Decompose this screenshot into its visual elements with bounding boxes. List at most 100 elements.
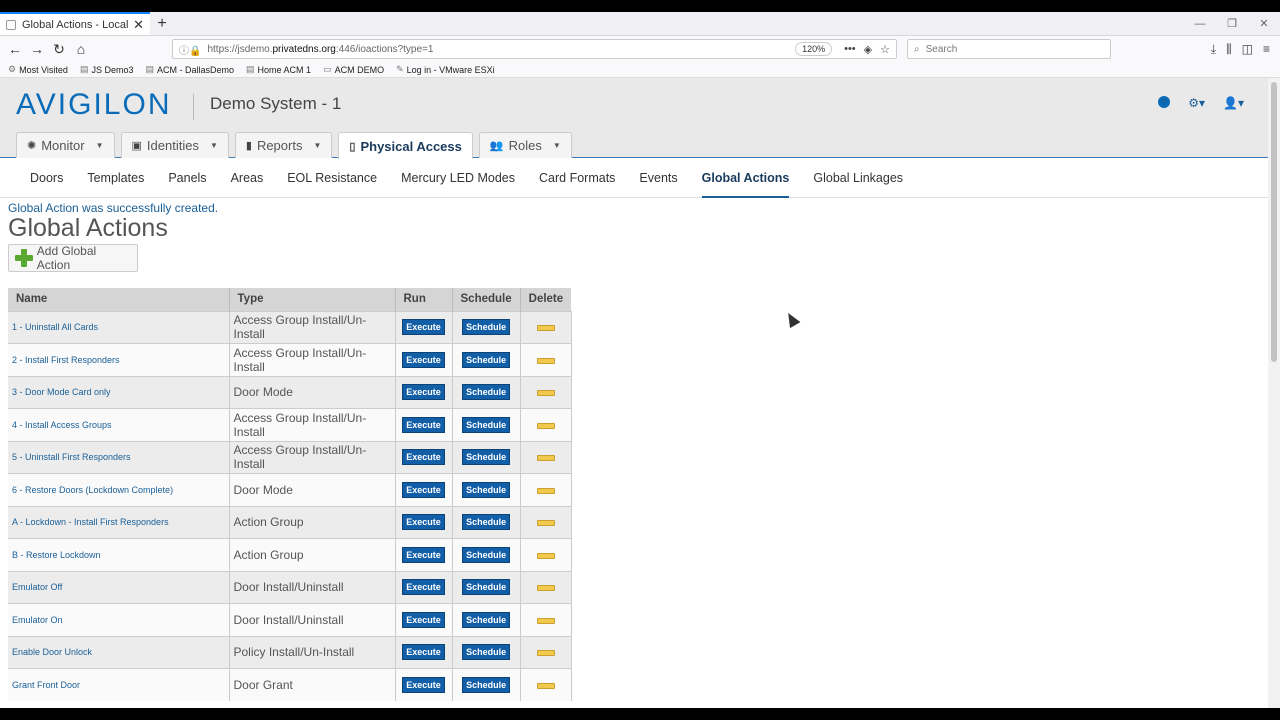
delete-icon[interactable] [536,357,555,364]
schedule-button[interactable]: Schedule [462,449,511,466]
execute-button[interactable]: Execute [402,579,445,596]
delete-icon[interactable] [536,683,555,689]
close-window-icon[interactable]: ✕ [1248,12,1280,35]
subnav-areas[interactable]: Areas [231,158,264,198]
action-name-link[interactable]: A - Lockdown - Install First Responders [8,505,230,539]
bookmark-acm-demo[interactable]: ▭ ACM DEMO [323,64,384,75]
bookmark-home-acm-1[interactable]: ▤ Home ACM 1 [246,64,311,75]
schedule-button[interactable]: Schedule [462,351,511,368]
settings-gear-icon[interactable]: ⚙▾ [1188,96,1205,110]
action-name-link[interactable]: 4 - Install Access Groups [8,408,230,441]
action-name-link[interactable]: 5 - Uninstall First Responders [8,440,230,474]
forward-icon[interactable]: → [26,38,48,60]
action-name-link[interactable]: Grant Front Door [8,668,230,701]
page-actions-icon[interactable]: ••• [844,43,856,56]
delete-icon[interactable] [536,617,555,624]
column-header-name[interactable]: Name [8,288,230,311]
action-name-link[interactable]: 2 - Install First Responders [8,343,230,376]
home-icon[interactable]: ⌂ [70,38,92,60]
downloads-icon[interactable]: ⤓ [1211,42,1216,57]
delete-icon[interactable] [536,325,555,332]
schedule-button[interactable]: Schedule [462,579,511,596]
minimize-icon[interactable]: — [1184,12,1216,35]
help-icon[interactable]: ? [1158,96,1171,108]
execute-button[interactable]: Execute [402,319,445,336]
delete-icon[interactable] [536,390,555,397]
bookmark-js-demo3[interactable]: ▤ JS Demo3 [80,64,134,75]
library-icon[interactable]: ⫼ [1226,42,1232,57]
address-bar[interactable]: ⓘ🔒 https://jsdemo.privatedns.org:446/ioa… [172,39,897,59]
close-tab-icon[interactable]: ✕ [133,17,144,33]
avigilon-logo[interactable]: AVIGILON [16,88,171,122]
bookmark-star-icon[interactable]: ☆ [880,43,890,56]
subnav-card-formats[interactable]: Card Formats [539,158,615,198]
schedule-button[interactable]: Schedule [462,416,511,433]
action-name-link[interactable]: 1 - Uninstall All Cards [8,310,230,344]
delete-icon[interactable] [536,520,555,527]
action-name-link[interactable]: 6 - Restore Doors (Lockdown Complete) [8,473,230,506]
reload-icon[interactable]: ↻ [48,38,70,60]
scrollbar-thumb[interactable] [1271,82,1277,362]
execute-button[interactable]: Execute [402,546,445,563]
site-info-icon[interactable]: ⓘ🔒 [179,42,201,57]
url-path: :446/ioactions?type=1 [335,43,434,55]
subnav-templates[interactable]: Templates [87,158,144,198]
execute-button[interactable]: Execute [402,416,445,433]
execute-button[interactable]: Execute [402,351,445,368]
action-name-link[interactable]: Enable Door Unlock [8,635,230,669]
subnav-global-linkages[interactable]: Global Linkages [813,158,903,198]
column-header-type[interactable]: Type [229,288,396,311]
nav-physical-access[interactable]: ▯ Physical Access [338,132,473,159]
bookmark-vmware-esxi[interactable]: ✎ Log in - VMware ESXi [396,64,495,75]
user-menu-icon[interactable]: 👤▾ [1223,96,1244,110]
menu-icon[interactable]: ≡ [1263,42,1270,57]
zoom-level[interactable]: 120% [795,42,833,56]
execute-button[interactable]: Execute [402,677,445,693]
delete-icon[interactable] [536,552,555,559]
delete-icon[interactable] [536,585,555,592]
search-input[interactable]: ⌕ Search [907,39,1111,59]
nav-monitor[interactable]: ✺ Monitor ▼ [16,132,115,158]
schedule-button[interactable]: Schedule [462,514,511,531]
subnav-panels[interactable]: Panels [168,158,206,198]
execute-button[interactable]: Execute [402,514,445,531]
nav-reports[interactable]: ▮ Reports ▼ [234,132,333,158]
action-name-link[interactable]: B - Restore Lockdown [8,538,230,571]
schedule-button[interactable]: Schedule [462,611,511,628]
back-icon[interactable]: ← [4,38,26,60]
add-global-action-button[interactable]: Add Global Action [8,244,138,272]
execute-button[interactable]: Execute [402,449,445,466]
subnav-global-actions[interactable]: Global Actions [701,158,789,198]
sidebar-icon[interactable]: ◫ [1242,42,1253,57]
nav-identities[interactable]: ▣ Identities ▼ [120,132,229,158]
bookmark-most-visited[interactable]: ⚙ Most Visited [8,64,68,75]
subnav-events[interactable]: Events [639,158,677,198]
execute-button[interactable]: Execute [402,481,445,498]
schedule-button[interactable]: Schedule [462,384,511,401]
delete-icon[interactable] [536,455,555,462]
nav-roles[interactable]: 👥 Roles ▼ [478,132,572,158]
subnav-doors[interactable]: Doors [30,158,63,198]
schedule-button[interactable]: Schedule [462,677,511,693]
schedule-button[interactable]: Schedule [462,481,511,498]
execute-button[interactable]: Execute [402,611,445,628]
delete-icon[interactable] [536,487,555,494]
delete-icon[interactable] [536,650,555,657]
subnav-eol-resistance[interactable]: EOL Resistance [287,158,377,198]
delete-icon[interactable] [536,422,555,429]
schedule-button[interactable]: Schedule [462,546,511,563]
pocket-icon[interactable]: ◈ [864,43,872,56]
action-name-link[interactable]: Emulator Off [8,570,230,604]
browser-tab[interactable]: Global Actions - LocalDemo3 ✕ [0,12,150,35]
execute-button[interactable]: Execute [402,644,445,661]
bookmark-acm-dallasdemo[interactable]: ▤ ACM - DallasDemo [145,64,234,75]
execute-button[interactable]: Execute [402,384,445,401]
action-name-link[interactable]: Emulator On [8,603,230,636]
subnav-mercury-led-modes[interactable]: Mercury LED Modes [401,158,515,198]
schedule-button[interactable]: Schedule [462,319,511,336]
new-tab-icon[interactable]: + [150,12,174,35]
schedule-button[interactable]: Schedule [462,644,511,661]
action-name-link[interactable]: 3 - Door Mode Card only [8,375,230,409]
page-scrollbar[interactable] [1268,78,1280,708]
restore-icon[interactable]: ❐ [1216,12,1248,35]
